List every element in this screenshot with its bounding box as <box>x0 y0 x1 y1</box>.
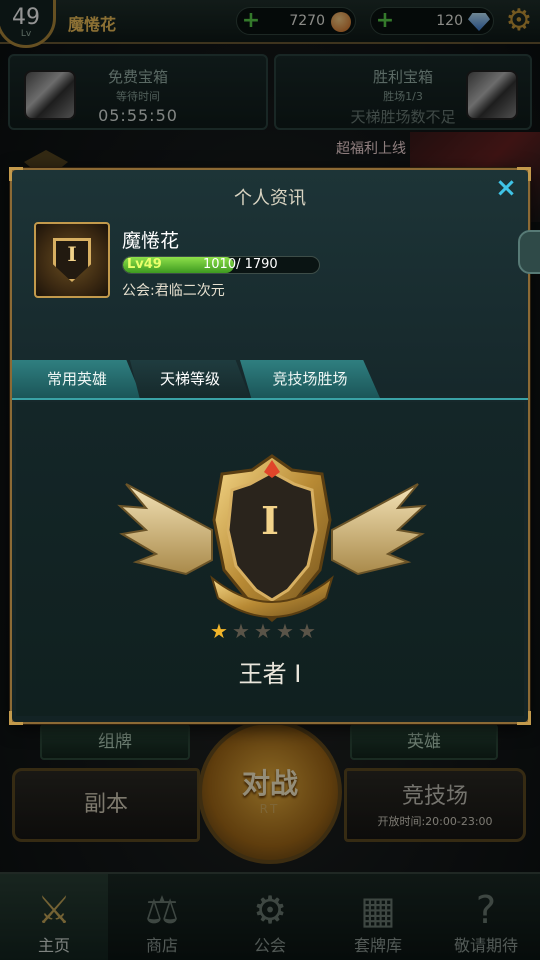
close-icon[interactable]: × <box>492 174 520 202</box>
xp-progress-bar: Lv49 1010/ 1790 <box>122 256 320 274</box>
star-filled-icon: ★ <box>210 619 228 643</box>
tab-ladder-rank[interactable]: 天梯等级 <box>130 360 250 398</box>
avatar-rank-numeral: I <box>67 242 77 266</box>
star-empty-icon: ★ <box>232 619 250 643</box>
player-name: 魔惓花 <box>122 230 180 252</box>
xp-value: 1010/ 1790 <box>203 257 278 272</box>
profile-tabs: 常用英雄 竞技场胜场 天梯等级 <box>12 358 528 400</box>
rank-numeral: I <box>261 498 279 543</box>
rank-title: 王者 I <box>238 660 302 688</box>
avatar[interactable]: I <box>34 222 110 298</box>
side-drawer-handle[interactable] <box>518 230 540 274</box>
star-empty-icon: ★ <box>254 619 272 643</box>
frame-corner <box>9 167 23 181</box>
guild-name: 公会:君临二次元 <box>122 283 225 299</box>
rank-stars: ★ ★ ★ ★ ★ <box>208 620 328 642</box>
tab-arena-wins[interactable]: 竞技场胜场 <box>240 360 380 398</box>
xp-level-label: Lv49 <box>127 257 162 272</box>
modal-title: 个人资讯 <box>234 188 306 209</box>
star-empty-icon: ★ <box>298 619 316 643</box>
star-empty-icon: ★ <box>276 619 294 643</box>
profile-modal: 个人资讯 × I 魔惓花 Lv49 1010/ 1790 公会:君临二次元 常用… <box>9 167 540 725</box>
tab-common-heroes[interactable]: 常用英雄 <box>12 360 142 398</box>
